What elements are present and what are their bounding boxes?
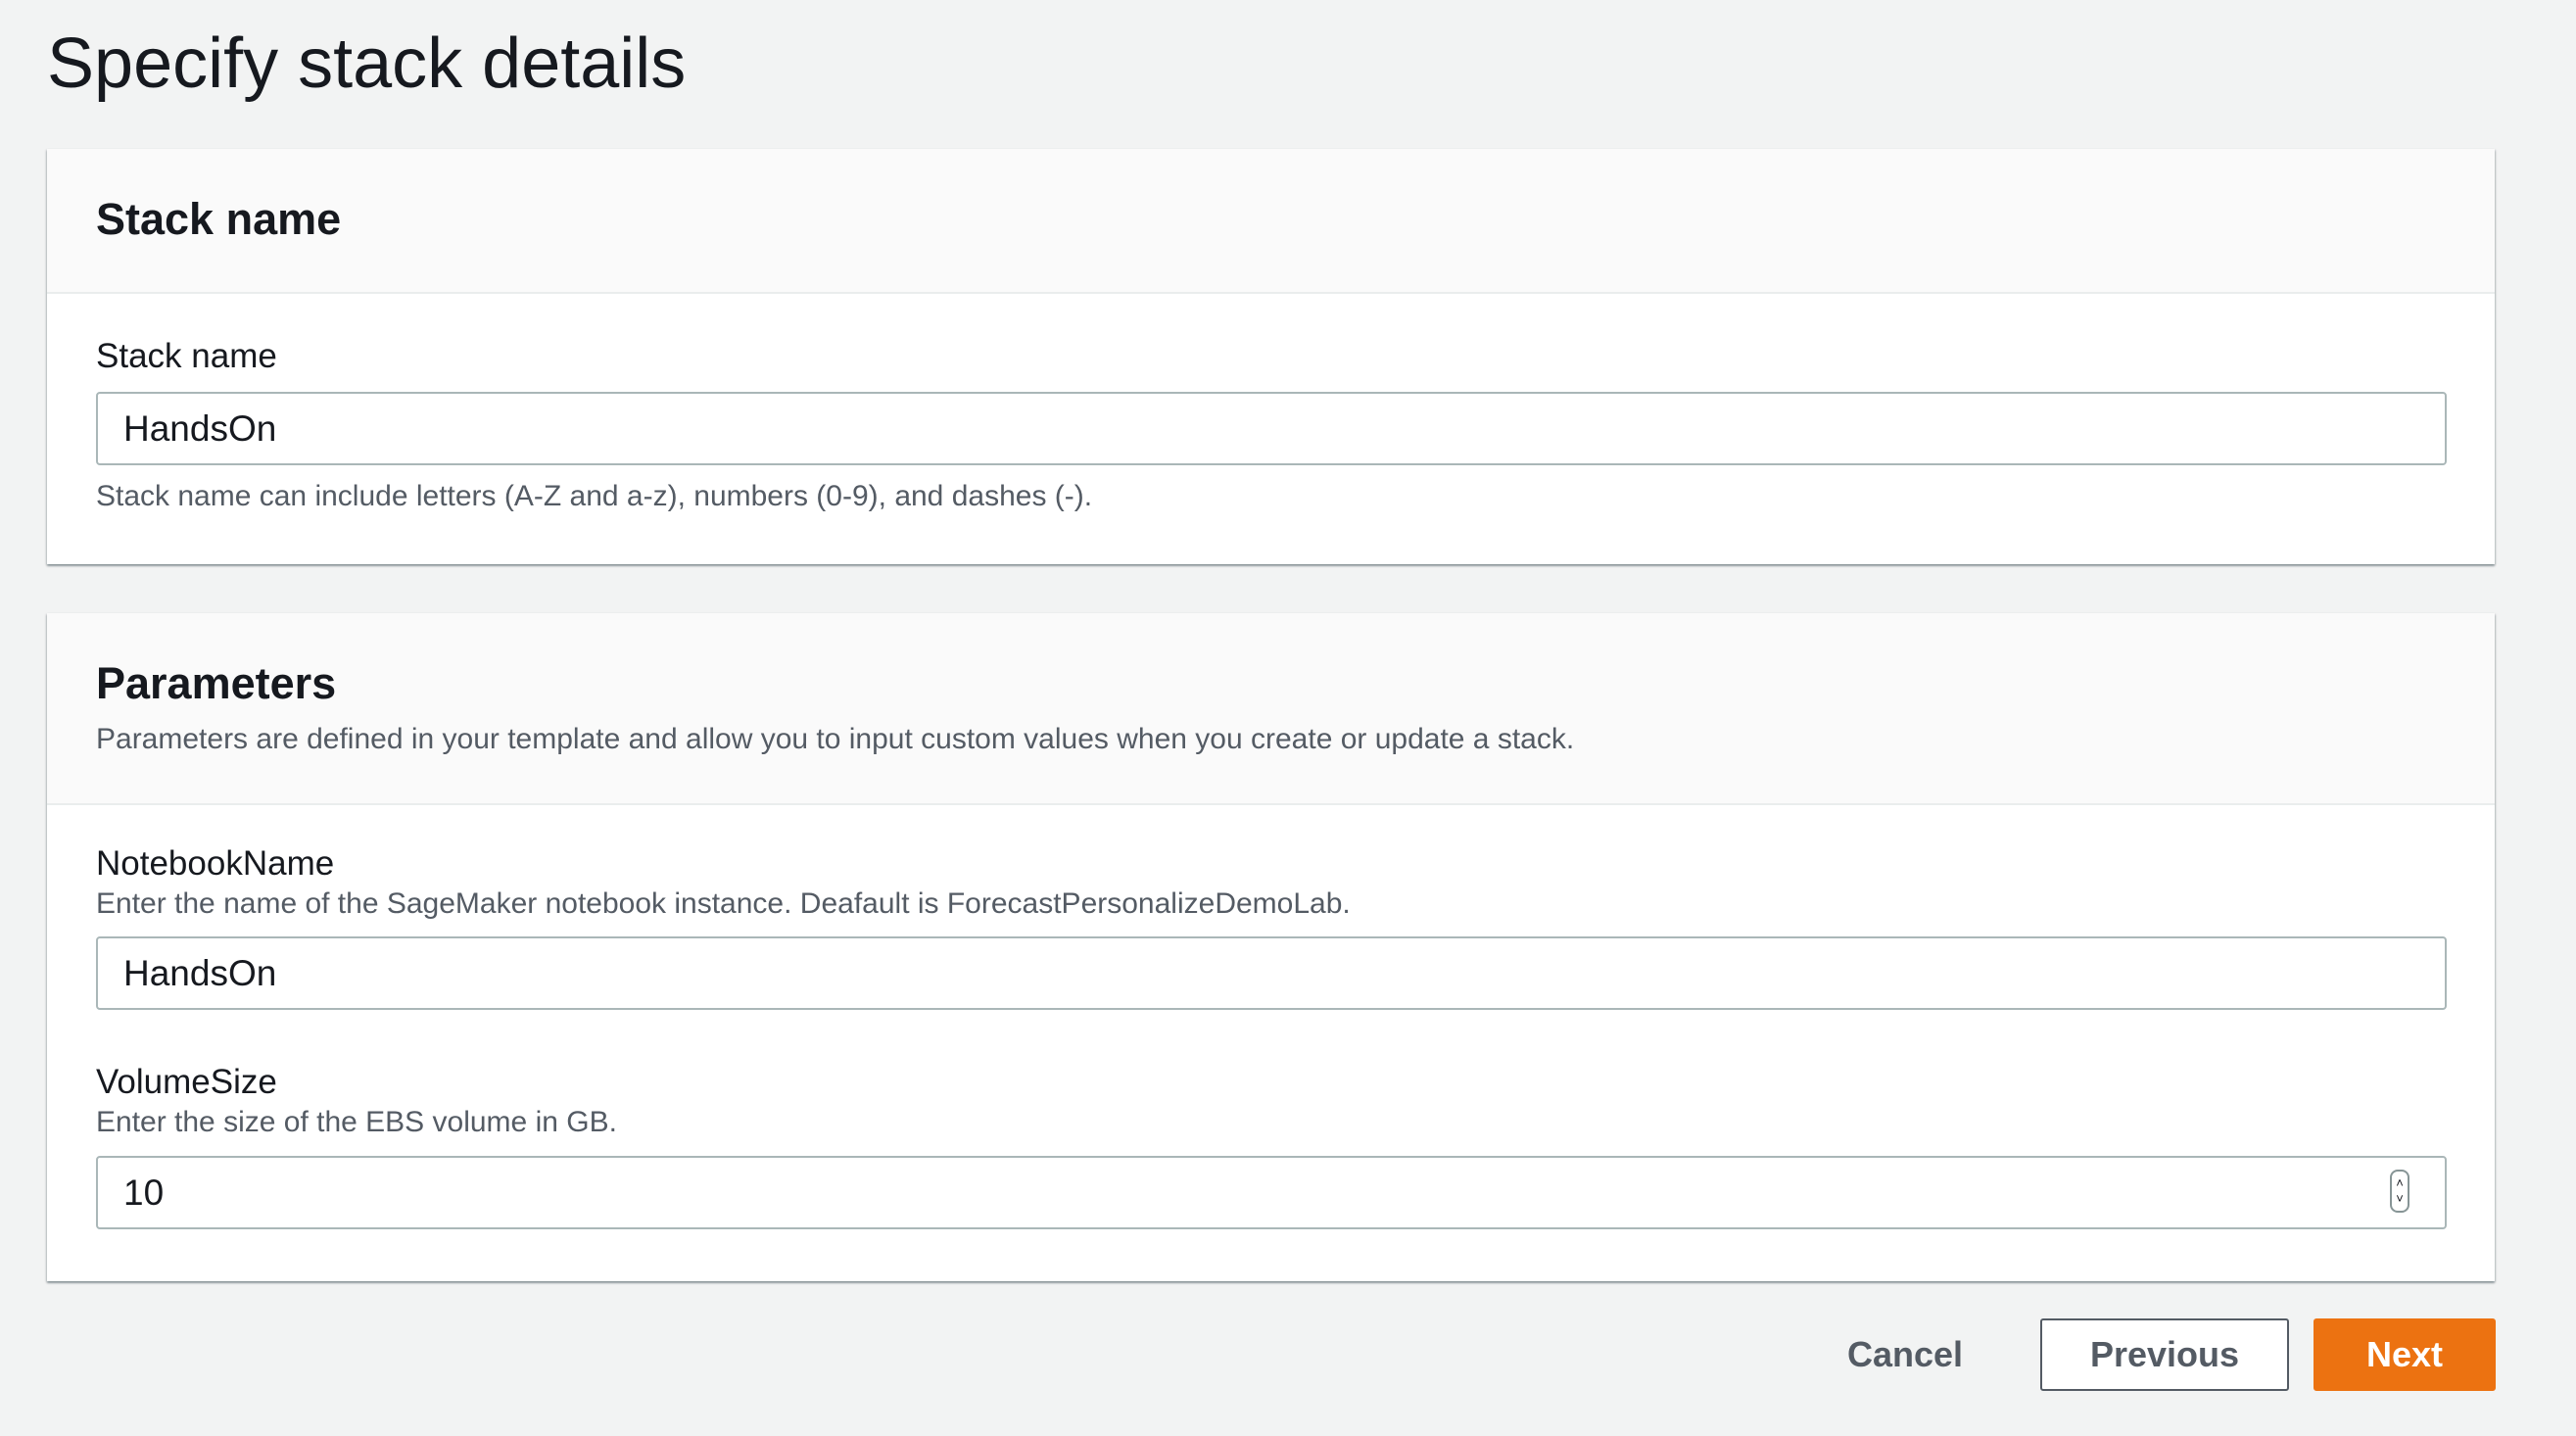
spinner-up-icon[interactable]: ˄ [2396, 1175, 2404, 1191]
volume-size-input[interactable] [96, 1156, 2447, 1229]
up-down-spinner-icon[interactable]: ˄ ˅ [2390, 1170, 2409, 1213]
next-button[interactable]: Next [2314, 1318, 2496, 1391]
volume-size-input-wrap: ˄ ˅ [96, 1156, 2447, 1229]
notebook-name-description: Enter the name of the SageMaker notebook… [96, 887, 1351, 920]
previous-button[interactable]: Previous [2040, 1318, 2289, 1391]
page-title: Specify stack details [47, 24, 687, 103]
notebook-name-input[interactable] [96, 936, 2447, 1010]
volume-size-label: VolumeSize [96, 1063, 277, 1101]
parameters-panel-title: Parameters [96, 658, 337, 708]
volume-size-field: VolumeSize Enter the size of the EBS vol… [96, 1061, 617, 1141]
stack-name-panel-body [47, 149, 2495, 335]
parameters-panel-description: Parameters are defined in your template … [96, 723, 1575, 755]
parameters-panel: Parameters Parameters are defined in you… [47, 613, 2495, 1281]
cancel-button[interactable]: Cancel [1822, 1318, 1988, 1391]
stack-name-panel: Stack name Stack name Stack name can inc… [47, 149, 2495, 564]
stack-name-field: Stack name [96, 335, 277, 378]
stack-name-label: Stack name [96, 337, 277, 375]
spinner-down-icon[interactable]: ˅ [2396, 1191, 2404, 1207]
stack-name-hint: Stack name can include letters (A-Z and … [96, 480, 1093, 512]
volume-size-description: Enter the size of the EBS volume in GB. [96, 1106, 617, 1138]
parameters-panel-header: Parameters Parameters are defined in you… [47, 613, 2495, 805]
notebook-name-label: NotebookName [96, 844, 335, 883]
stack-name-input[interactable] [96, 392, 2447, 465]
notebook-name-field: NotebookName Enter the name of the SageM… [96, 842, 1351, 923]
